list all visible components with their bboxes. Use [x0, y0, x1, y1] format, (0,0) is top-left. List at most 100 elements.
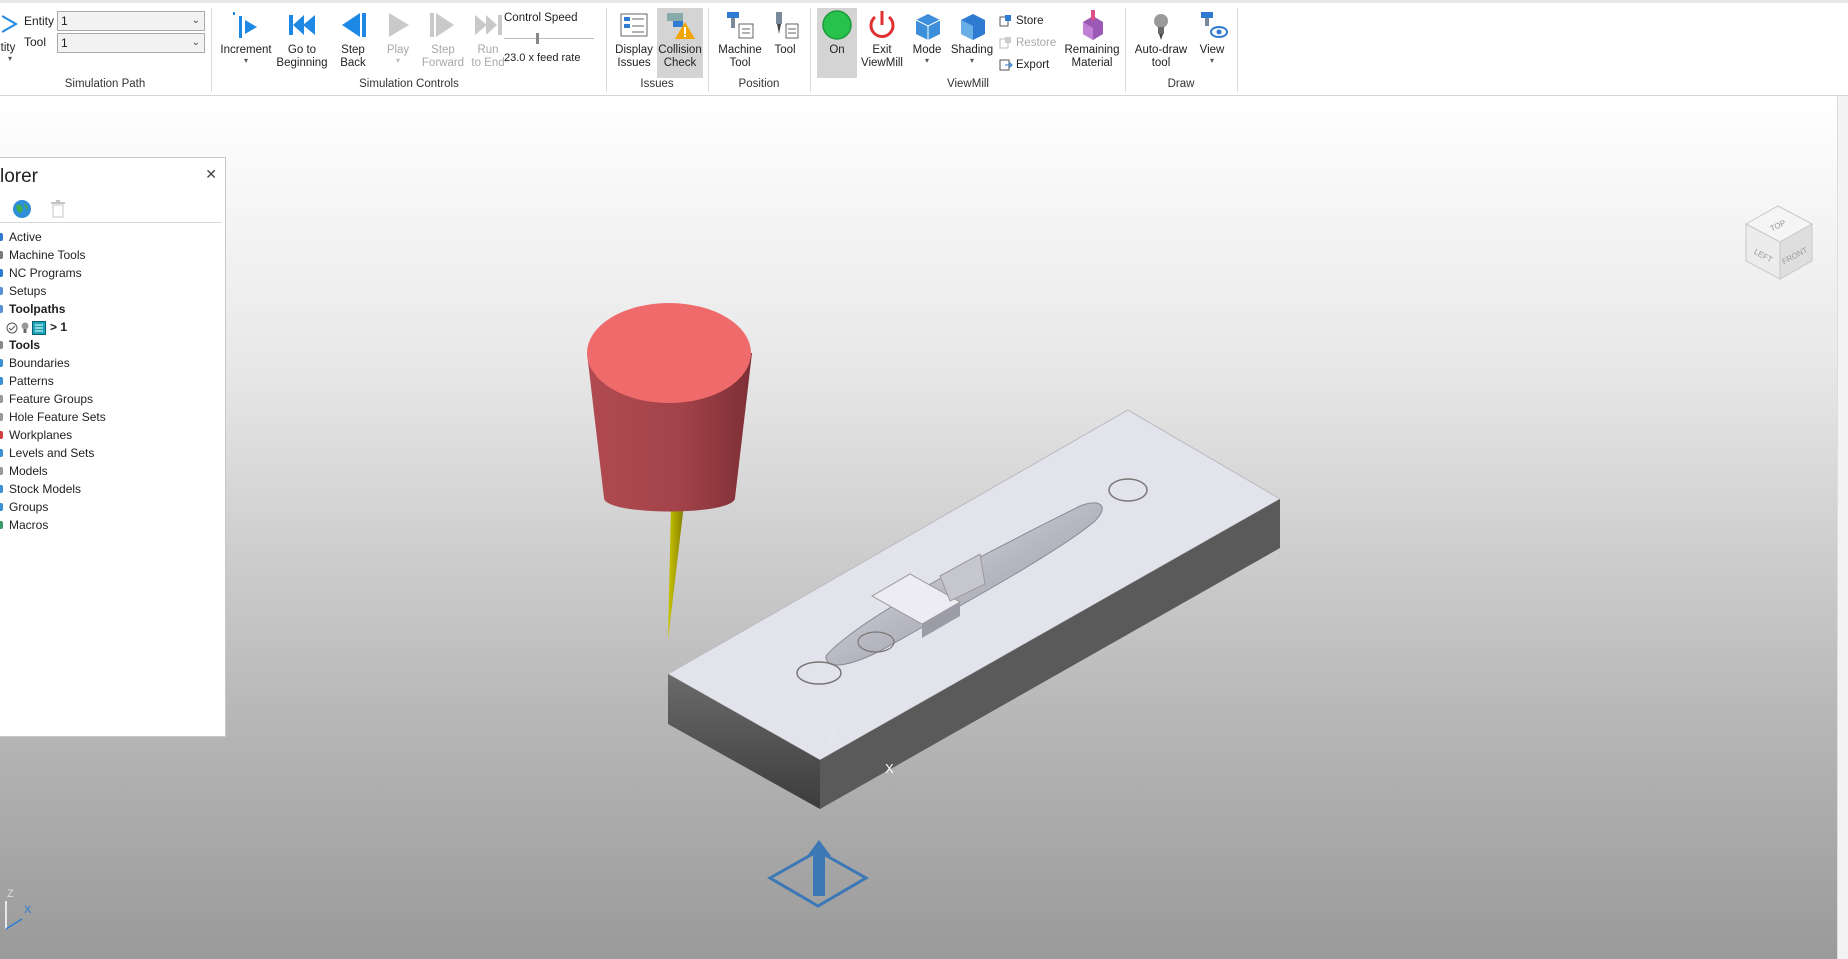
entity-button[interactable]: tity ▾ — [0, 12, 20, 63]
group-viewmill: On Exit ViewMill Mode ▾ Shading ▾ Store — [811, 4, 1125, 92]
tree-item-models[interactable]: Models — [0, 462, 222, 480]
workpiece[interactable] — [666, 409, 1282, 908]
tree-item-feature-groups[interactable]: Feature Groups — [0, 390, 222, 408]
lightbulb-icon — [1154, 14, 1168, 40]
tool-select-value: 1 — [61, 36, 68, 50]
chevron-down-icon: ▾ — [1209, 56, 1214, 65]
machine-tool-button[interactable]: Machine Tool — [715, 8, 765, 70]
group-simulation-controls: Increment ▾ Go to Beginning Step Back Pl… — [212, 4, 606, 92]
x-axis-label: X — [885, 761, 894, 776]
view-label: View — [1199, 44, 1225, 56]
lightbulb-icon — [21, 322, 29, 333]
step-forward-button[interactable]: Step Forward — [418, 8, 468, 70]
tree-item-groups[interactable]: Groups — [0, 498, 222, 516]
check-circle-icon — [6, 322, 18, 334]
view-button[interactable]: View ▾ — [1192, 8, 1232, 65]
step-back-label-2: Back — [340, 57, 366, 69]
remaining-material-label-2: Material — [1071, 57, 1113, 69]
tool-select[interactable]: 1 ⌄ — [57, 33, 205, 53]
mode-button[interactable]: Mode ▾ — [907, 8, 947, 65]
tree-item-label: Stock Models — [9, 482, 82, 496]
on-indicator-icon — [822, 10, 852, 40]
go-to-beginning-label-2: Beginning — [276, 57, 328, 69]
group-simulation-path: tity ▾ Entity 1 ⌄ Tool 1 ⌄ Simulation Pa… — [0, 4, 210, 92]
tree-item-tools[interactable]: Tools — [0, 336, 222, 354]
export-button[interactable]: Export — [999, 56, 1049, 74]
tree-item-label: Feature Groups — [9, 392, 94, 406]
play-icon — [389, 13, 409, 37]
tree-item-icon — [0, 341, 3, 349]
tree-item-workplanes[interactable]: Workplanes — [0, 426, 222, 444]
shading-button[interactable]: Shading ▾ — [949, 8, 995, 65]
speed-slider-track — [504, 38, 594, 39]
step-forward-icon — [430, 13, 454, 37]
tool-holder-top — [587, 303, 751, 403]
tree-item-label: Machine Tools — [9, 248, 86, 262]
tree-item-label: Setups — [9, 284, 47, 298]
globe-icon[interactable] — [12, 199, 32, 219]
triad-x-axis — [5, 918, 23, 930]
step-back-button[interactable]: Step Back — [330, 8, 376, 70]
exit-viewmill-button[interactable]: Exit ViewMill — [859, 8, 905, 70]
increment-button[interactable]: Increment ▾ — [218, 8, 274, 65]
tree-item-toolpaths[interactable]: Toolpaths — [0, 300, 222, 318]
separator — [1237, 8, 1238, 92]
restore-button[interactable]: Restore — [999, 34, 1056, 52]
tree-item-patterns[interactable]: Patterns — [0, 372, 222, 390]
step-forward-label-1: Step — [431, 44, 455, 56]
scene: TOP LEFT FRONT Z X — [587, 205, 1814, 908]
display-issues-icon — [620, 13, 648, 37]
tree-item-setups[interactable]: Setups — [0, 282, 222, 300]
tree-item-icon — [0, 287, 3, 295]
store-button[interactable]: Store — [999, 12, 1044, 30]
step-back-label-1: Step — [341, 44, 365, 56]
tree-item-nc-programs[interactable]: NC Programs — [0, 264, 222, 282]
group-label-issues: Issues — [640, 78, 674, 90]
control-speed-label: Control Speed — [504, 12, 578, 24]
go-to-beginning-button[interactable]: Go to Beginning — [274, 8, 330, 70]
remaining-material-button[interactable]: Remaining Material — [1061, 8, 1123, 70]
explorer-tree: Active Machine Tools NC Programs Setups Tool… — [0, 228, 222, 534]
restore-icon — [999, 36, 1011, 49]
tree-item-label: Levels and Sets — [9, 446, 95, 460]
delete-icon[interactable] — [50, 200, 66, 218]
active-toolpath-row[interactable]: > 1 — [0, 318, 222, 336]
power-icon — [869, 11, 895, 38]
axis-triad: Z X — [5, 888, 32, 930]
3d-viewport[interactable]: TOP LEFT FRONT Z X — [0, 96, 1838, 959]
auto-draw-tool-button[interactable]: Auto-draw tool — [1130, 8, 1192, 70]
viewmill-on-button[interactable]: On — [817, 8, 857, 78]
tree-item-hole-feature-sets[interactable]: Hole Feature Sets — [0, 408, 222, 426]
chevron-down-icon: ▾ — [395, 56, 400, 65]
speed-slider-thumb[interactable] — [536, 33, 539, 44]
view-cube[interactable]: TOP LEFT FRONT — [1744, 205, 1814, 280]
group-label-simulation-controls: Simulation Controls — [359, 78, 459, 90]
close-icon[interactable]: ✕ — [205, 166, 217, 183]
tool-position-button[interactable]: Tool — [765, 8, 805, 57]
display-issues-label-1: Display — [615, 44, 653, 56]
tree-item-macros[interactable]: Macros — [0, 516, 222, 534]
play-button[interactable]: Play ▾ — [376, 8, 420, 65]
mode-cube-icon — [915, 14, 941, 40]
tree-item-icon — [0, 359, 3, 367]
cutting-tool[interactable] — [587, 303, 752, 640]
speed-slider[interactable] — [504, 33, 594, 44]
tree-item-label: Patterns — [9, 374, 54, 388]
store-icon — [999, 14, 1011, 27]
entity-select[interactable]: 1 ⌄ — [57, 11, 205, 31]
tree-item-stock-models[interactable]: Stock Models — [0, 480, 222, 498]
tree-item-levels-and-sets[interactable]: Levels and Sets — [0, 444, 222, 462]
tree-item-boundaries[interactable]: Boundaries — [0, 354, 222, 372]
tree-item-active[interactable]: Active — [0, 228, 222, 246]
group-draw: Auto-draw tool View ▾ Draw — [1126, 4, 1236, 92]
machine-tool-icon — [727, 12, 754, 39]
chevron-down-icon: ▾ — [7, 54, 12, 63]
viewport-scrollbar[interactable] — [1837, 96, 1848, 959]
tree-item-machine-tools[interactable]: Machine Tools — [0, 246, 222, 264]
remaining-material-icon — [1083, 10, 1103, 40]
display-issues-button[interactable]: Display Issues — [611, 8, 657, 70]
collision-check-button[interactable]: Collision Check — [657, 8, 703, 78]
triad-z-label: Z — [7, 888, 14, 900]
tool-position-icon — [776, 12, 799, 39]
shading-cube-icon — [961, 14, 985, 40]
